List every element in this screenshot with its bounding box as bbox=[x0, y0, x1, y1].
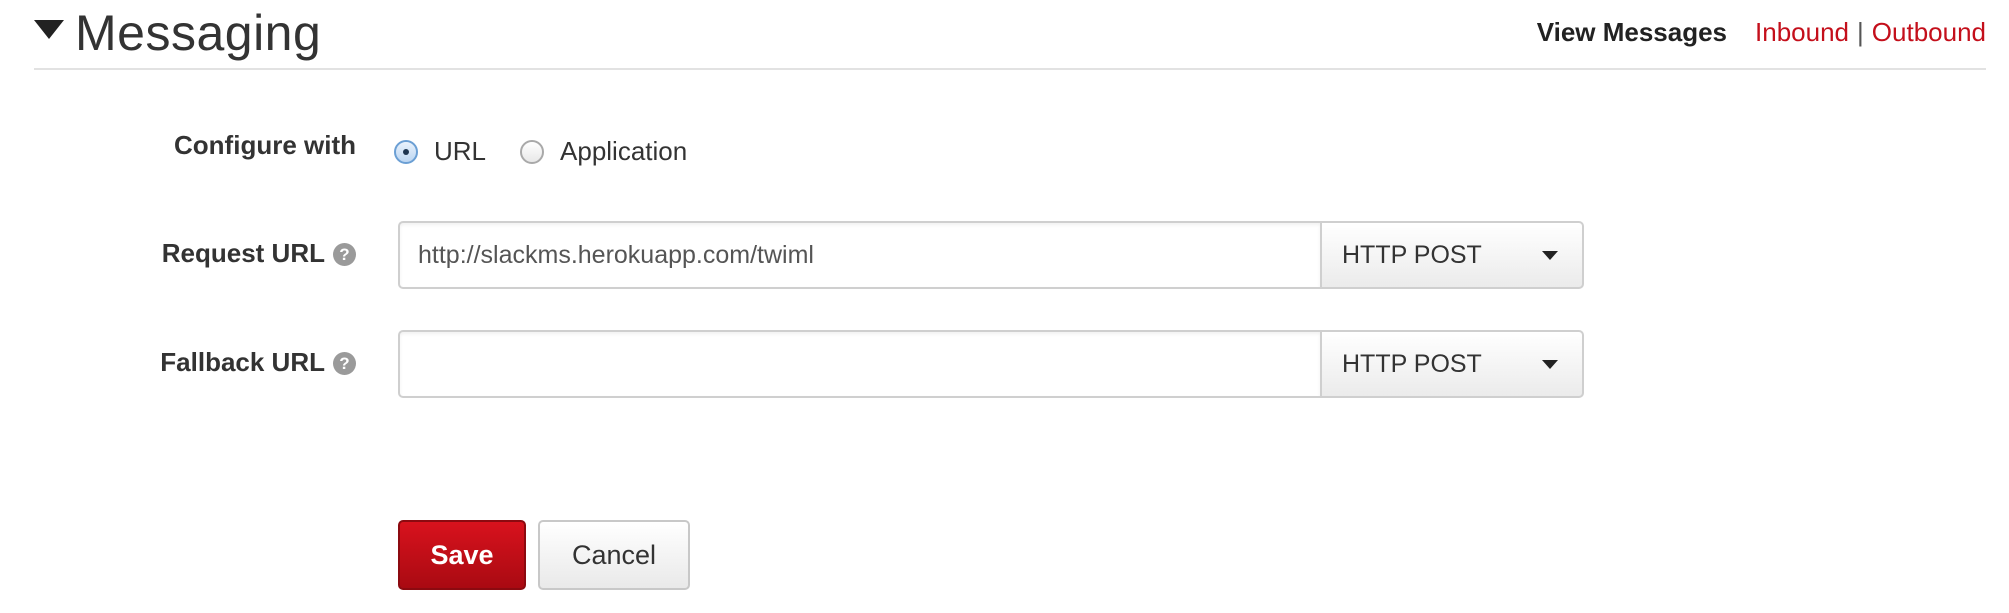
configure-with-label: Configure with bbox=[174, 130, 356, 160]
application-radio[interactable] bbox=[520, 139, 545, 164]
request-method-value: HTTP POST bbox=[1342, 240, 1482, 269]
fallback-method-select[interactable]: HTTP POST bbox=[1320, 330, 1584, 398]
fallback-url-label: Fallback URL bbox=[160, 347, 325, 377]
collapse-triangle-icon[interactable] bbox=[34, 20, 64, 42]
page-title: Messaging bbox=[75, 5, 322, 61]
url-radio[interactable] bbox=[394, 139, 418, 164]
application-radio-label: Application bbox=[560, 136, 688, 166]
save-button[interactable]: Save bbox=[398, 520, 526, 590]
radio-option-url[interactable]: URL bbox=[394, 136, 486, 167]
request-url-label-group: Request URL? bbox=[162, 238, 356, 269]
outbound-link[interactable]: Outbound bbox=[1872, 17, 1986, 47]
caret-down-icon bbox=[1542, 359, 1558, 369]
header-links: View Messages Inbound | Outbound bbox=[1537, 16, 1986, 48]
caret-down-icon bbox=[1542, 250, 1558, 260]
radio-option-application[interactable]: Application bbox=[520, 136, 687, 167]
request-method-select[interactable]: HTTP POST bbox=[1320, 221, 1584, 289]
fallback-url-group: HTTP POST bbox=[398, 330, 1584, 398]
request-url-input[interactable] bbox=[398, 221, 1320, 289]
cancel-button[interactable]: Cancel bbox=[538, 520, 690, 590]
fallback-url-input[interactable] bbox=[398, 330, 1320, 398]
fallback-url-label-group: Fallback URL? bbox=[160, 347, 356, 378]
link-separator: | bbox=[1857, 17, 1864, 47]
help-icon[interactable]: ? bbox=[333, 243, 356, 266]
help-icon[interactable]: ? bbox=[333, 352, 356, 375]
inbound-link[interactable]: Inbound bbox=[1755, 17, 1849, 47]
configure-radio-group: URL Application bbox=[394, 136, 721, 167]
request-url-label: Request URL bbox=[161, 238, 325, 268]
messaging-page: Messaging View Messages Inbound | Outbound … bbox=[0, 0, 2009, 613]
request-url-group: HTTP POST bbox=[398, 221, 1584, 289]
view-messages-label: View Messages bbox=[1536, 17, 1728, 47]
url-radio-label: URL bbox=[434, 136, 487, 166]
section-header: Messaging View Messages Inbound | Outbound bbox=[34, 0, 1986, 70]
fallback-method-value: HTTP POST bbox=[1342, 349, 1482, 378]
